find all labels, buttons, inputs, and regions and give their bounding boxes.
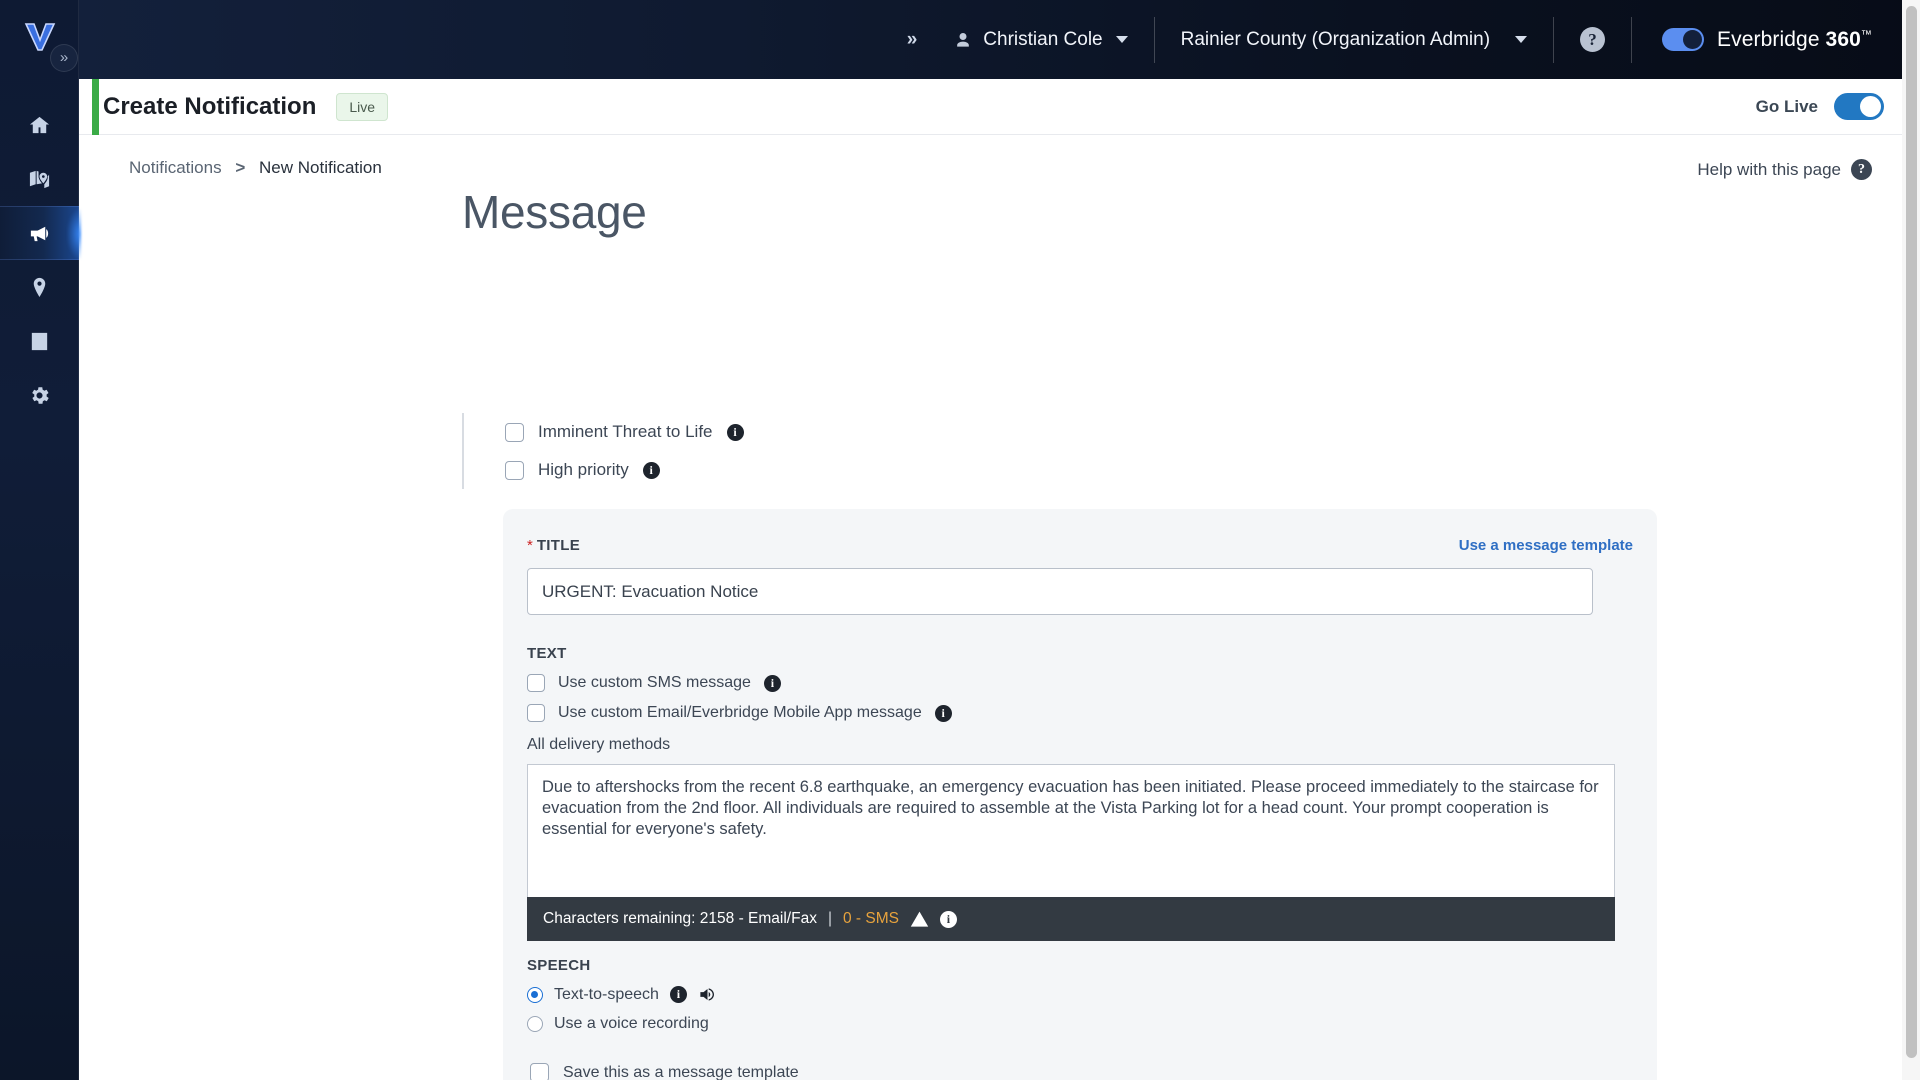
title-field-header: * TITLE Use a message template <box>527 537 1633 554</box>
page-scrollbar[interactable] <box>1902 0 1920 1080</box>
application-window: » <box>0 0 1920 1080</box>
help-with-this-page-link[interactable]: Help with this page ? <box>1697 159 1872 180</box>
organization-name-label: Rainier County (Organization Admin) <box>1181 29 1490 51</box>
use-message-template-link[interactable]: Use a message template <box>1459 537 1633 554</box>
page-content: Notifications > New Notification Help wi… <box>79 135 1920 1080</box>
help-button[interactable]: ? <box>1580 27 1605 52</box>
scrollbar-thumb[interactable] <box>1906 6 1917 1058</box>
organization-menu[interactable]: Rainier County (Organization Admin) <box>1181 29 1527 51</box>
go-live-toggle[interactable] <box>1834 93 1884 120</box>
high-priority-label: High priority <box>538 460 629 480</box>
character-counter-bar: Characters remaining: 2158 - Email/Fax |… <box>527 897 1615 941</box>
user-name-label: Christian Cole <box>983 29 1102 51</box>
all-delivery-methods-label: All delivery methods <box>527 736 1633 754</box>
sidebar-item-settings[interactable] <box>0 368 79 422</box>
go-live-label: Go Live <box>1756 97 1818 117</box>
page-header-bar: Create Notification Live Go Live <box>79 79 1920 135</box>
custom-sms-row[interactable]: Use custom SMS message i <box>527 674 1633 692</box>
sidebar-collapse-toggle[interactable]: » <box>50 44 78 72</box>
question-circle-icon: ? <box>1851 159 1872 180</box>
priority-options: Imminent Threat to Life i High priority … <box>462 413 744 489</box>
map-location-icon <box>28 168 51 191</box>
counter-separator: | <box>828 910 832 928</box>
info-icon[interactable]: i <box>935 705 952 722</box>
character-counter-email: Characters remaining: 2158 - Email/Fax <box>543 910 817 928</box>
custom-sms-checkbox[interactable] <box>527 674 545 692</box>
text-to-speech-row[interactable]: Text-to-speech i <box>527 985 1633 1004</box>
user-menu[interactable]: Christian Cole <box>953 29 1127 51</box>
info-icon[interactable]: i <box>727 424 744 441</box>
imminent-threat-checkbox[interactable] <box>505 423 524 442</box>
voice-recording-label: Use a voice recording <box>554 1015 709 1033</box>
toggle-on-icon[interactable] <box>1662 28 1704 51</box>
warning-triangle-icon[interactable] <box>910 910 929 929</box>
home-icon <box>28 114 51 137</box>
high-priority-checkbox[interactable] <box>505 461 524 480</box>
breadcrumb-current: New Notification <box>259 158 382 177</box>
gear-icon <box>28 384 51 407</box>
question-circle-icon: ? <box>1580 27 1605 52</box>
bar-chart-icon <box>28 330 51 353</box>
required-indicator: * <box>527 537 533 554</box>
imminent-threat-label: Imminent Threat to Life <box>538 422 713 442</box>
page-title: Create Notification <box>103 93 316 121</box>
status-badge: Live <box>336 93 388 121</box>
global-topbar: » Christian Cole Rainier County (Organiz… <box>79 0 1920 79</box>
brand-label: Everbridge 360™ <box>1717 28 1872 52</box>
breadcrumb-separator: > <box>235 158 245 177</box>
imminent-threat-row[interactable]: Imminent Threat to Life i <box>505 413 744 451</box>
message-card: * TITLE Use a message template URGENT: E… <box>503 509 1657 1080</box>
topbar-divider-3 <box>1631 17 1632 63</box>
sidebar-item-map[interactable] <box>0 152 79 206</box>
brand-360-switch[interactable]: Everbridge 360™ <box>1662 28 1872 52</box>
save-as-template-checkbox[interactable] <box>530 1063 549 1080</box>
chevron-down-icon <box>1116 36 1128 43</box>
title-field-label: TITLE <box>537 537 580 554</box>
topbar-expand-icon[interactable]: » <box>907 29 918 51</box>
custom-email-checkbox[interactable] <box>527 704 545 722</box>
topbar-divider-2 <box>1553 17 1554 63</box>
info-icon[interactable]: i <box>764 675 781 692</box>
help-link-label: Help with this page <box>1697 160 1841 180</box>
save-as-template-row[interactable]: Save this as a message template <box>527 1063 1633 1080</box>
save-as-template-label: Save this as a message template <box>563 1064 799 1080</box>
megaphone-icon <box>28 222 51 245</box>
sidebar-item-home[interactable] <box>0 98 79 152</box>
info-icon[interactable]: i <box>643 462 660 479</box>
topbar-divider-1 <box>1154 17 1155 63</box>
breadcrumb: Notifications > New Notification <box>129 158 382 178</box>
speaker-icon[interactable] <box>698 985 717 1004</box>
section-heading-message: Message <box>462 185 647 239</box>
voice-recording-radio[interactable] <box>527 1016 543 1032</box>
breadcrumb-notifications[interactable]: Notifications <box>129 158 222 177</box>
person-icon <box>953 30 973 50</box>
text-section-label: TEXT <box>527 645 1633 662</box>
title-input[interactable]: URGENT: Evacuation Notice <box>527 568 1593 615</box>
speech-section-label: SPEECH <box>527 957 1633 974</box>
custom-email-row[interactable]: Use custom Email/Everbridge Mobile App m… <box>527 704 1633 722</box>
text-to-speech-radio[interactable] <box>527 987 543 1003</box>
character-counter-sms: 0 - SMS <box>843 910 899 928</box>
text-to-speech-label: Text-to-speech <box>554 986 659 1004</box>
map-pin-icon <box>28 276 51 299</box>
sidebar-item-list <box>0 98 79 422</box>
info-icon[interactable]: i <box>670 986 687 1003</box>
custom-email-label: Use custom Email/Everbridge Mobile App m… <box>558 704 922 722</box>
high-priority-row[interactable]: High priority i <box>505 451 744 489</box>
info-icon[interactable]: i <box>940 911 957 928</box>
primary-sidebar: » <box>0 0 79 1080</box>
sidebar-item-reports[interactable] <box>0 314 79 368</box>
voice-recording-row[interactable]: Use a voice recording <box>527 1015 1633 1033</box>
message-body-textarea[interactable]: Due to aftershocks from the recent 6.8 e… <box>527 764 1615 897</box>
sidebar-item-incidents[interactable] <box>0 260 79 314</box>
chevron-down-icon <box>1515 36 1527 43</box>
go-live-control: Go Live <box>1756 93 1884 120</box>
custom-sms-label: Use custom SMS message <box>558 674 751 692</box>
sidebar-item-notifications[interactable] <box>0 206 79 260</box>
